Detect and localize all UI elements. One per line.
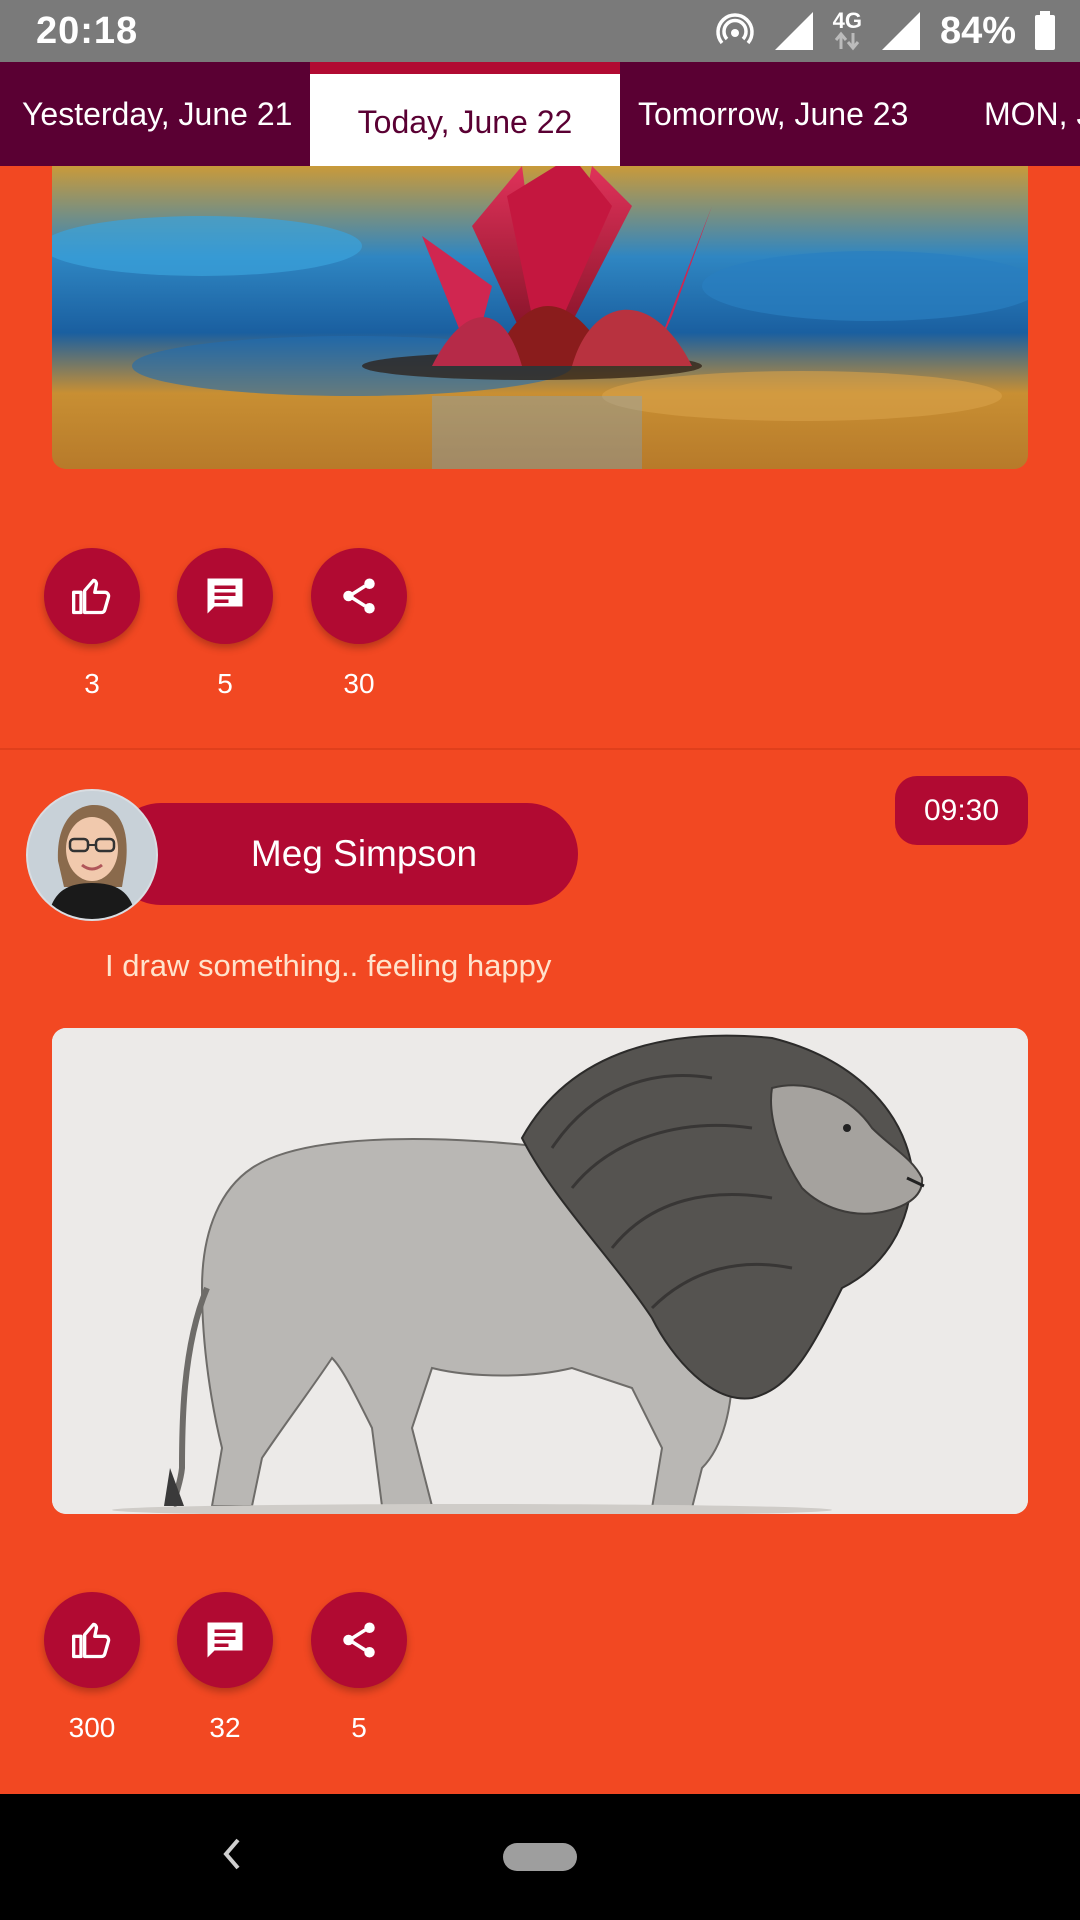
share-button[interactable]: [311, 548, 407, 644]
post-caption: I draw something.. feeling happy: [105, 948, 552, 983]
thumbs-up-icon: [72, 1622, 111, 1659]
share-count: 30: [343, 668, 375, 699]
avatar[interactable]: [26, 789, 158, 921]
share-count-2: 5: [351, 1712, 367, 1743]
status-bar: 20:18 4G 84%: [0, 0, 1080, 62]
like-button-2[interactable]: [44, 1592, 140, 1688]
avatar-photo: [28, 791, 156, 919]
comment-count: 5: [217, 668, 233, 699]
signal-icon: [774, 12, 813, 50]
tab-tomorrow[interactable]: Tomorrow, June 23: [638, 62, 908, 166]
lion-drawing: [52, 1028, 1028, 1514]
author-name[interactable]: Meg Simpson: [110, 803, 578, 905]
share-icon: [343, 1622, 375, 1658]
status-time: 20:18: [36, 10, 139, 52]
home-pill[interactable]: [503, 1843, 577, 1871]
water-lily-photo: [52, 166, 1028, 469]
comment-button-2[interactable]: [177, 1592, 273, 1688]
tab-mon[interactable]: MON, J: [984, 62, 1080, 166]
battery-icon: [1035, 11, 1055, 50]
comment-count-2: 32: [209, 1712, 241, 1743]
tab-yesterday[interactable]: Yesterday, June 21: [22, 62, 292, 166]
signal-icon-2: [881, 12, 920, 50]
post-divider: [0, 748, 1080, 750]
navigation-bar: [0, 1794, 1080, 1920]
like-button[interactable]: [44, 548, 140, 644]
back-icon[interactable]: [218, 1834, 246, 1874]
network-type-label: 4G: [832, 8, 862, 33]
post-time: 09:30: [895, 776, 1028, 845]
share-icon: [343, 578, 375, 614]
date-tabs: Yesterday, June 21 Today, June 22 Tomorr…: [0, 62, 1080, 166]
post-image[interactable]: [52, 166, 1028, 469]
tab-today[interactable]: Today, June 22: [310, 62, 620, 166]
comment-icon: [207, 1622, 243, 1658]
comment-button[interactable]: [177, 548, 273, 644]
network-indicator: 4G: [832, 8, 862, 51]
like-count: 3: [84, 668, 100, 699]
thumbs-up-icon: [72, 578, 111, 615]
post-image-2[interactable]: [52, 1028, 1028, 1514]
data-arrows-icon: [835, 31, 860, 51]
like-count-2: 300: [68, 1712, 116, 1743]
share-button-2[interactable]: [311, 1592, 407, 1688]
comment-icon: [207, 578, 243, 614]
status-icons: 4G 84%: [715, 8, 1056, 54]
hotspot-icon: [715, 13, 754, 45]
battery-percent: 84%: [939, 9, 1016, 52]
